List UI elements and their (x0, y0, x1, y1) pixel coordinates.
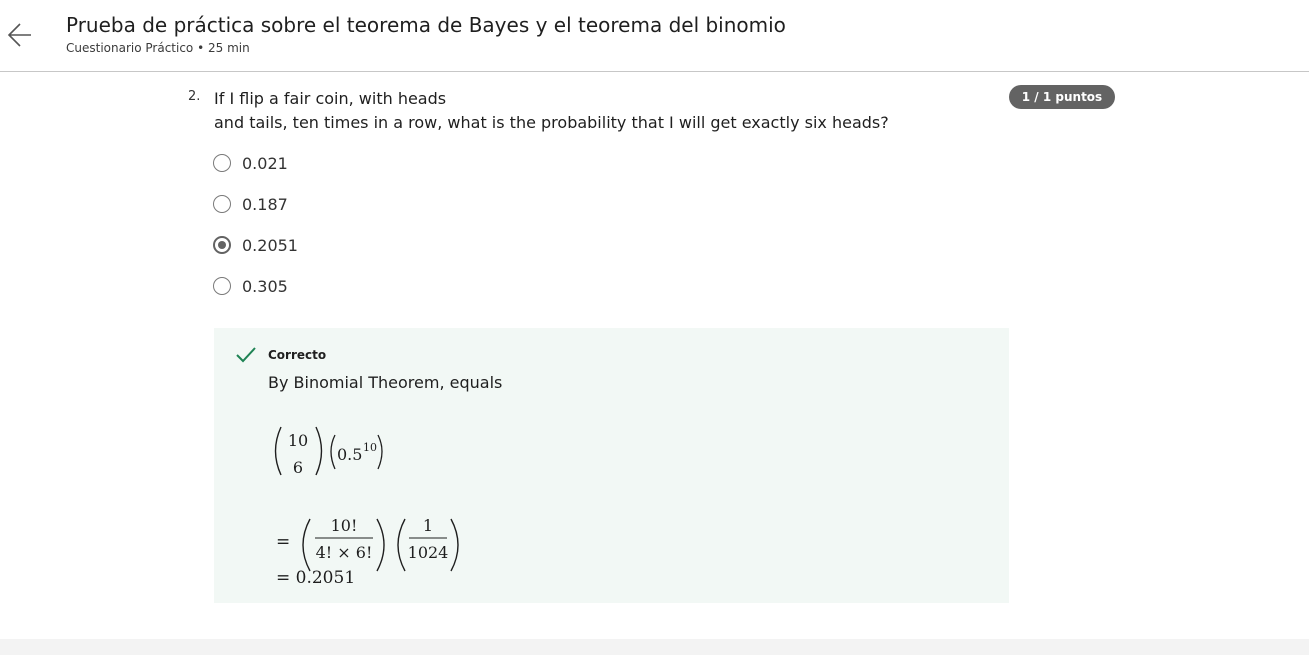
answer-option[interactable]: 0.187 (213, 192, 288, 216)
option-label: 0.021 (242, 153, 288, 173)
fraction2-numerator: 1 (423, 516, 433, 535)
feedback-text: By Binomial Theorem, equals (268, 373, 503, 392)
footer-bar (0, 639, 1309, 655)
power-base: 0.5 (337, 445, 362, 464)
binom-top: 10 (288, 431, 308, 450)
radio-button[interactable] (213, 195, 231, 213)
radio-button-selected[interactable] (213, 236, 231, 254)
fraction2-denominator: 1024 (408, 543, 449, 562)
question-text-line-2: and tails, ten times in a row, what is t… (214, 113, 889, 132)
answer-option-selected[interactable]: 0.2051 (213, 233, 298, 257)
checkmark-icon (235, 346, 257, 368)
binomial-formula: 10 6 0.5 10 = 10! 4! × 6! 1 1024 = 0.205… (274, 426, 459, 588)
option-label: 0.187 (242, 194, 288, 214)
answer-option[interactable]: 0.021 (213, 151, 288, 175)
feedback-panel: Correcto By Binomial Theorem, equals 10 … (214, 328, 1009, 603)
radio-button[interactable] (213, 277, 231, 295)
option-label: 0.2051 (242, 235, 298, 255)
question-number: 2. (188, 89, 201, 104)
formula-result: = 0.2051 (276, 568, 355, 588)
points-badge: 1 / 1 puntos (1009, 85, 1115, 109)
answer-option[interactable]: 0.305 (213, 274, 288, 298)
power-exponent: 10 (363, 441, 377, 454)
header: Prueba de práctica sobre el teorema de B… (0, 0, 1309, 72)
question-text-line-1: If I flip a fair coin, with heads (214, 89, 447, 108)
option-label: 0.305 (242, 276, 288, 296)
question-text: If I flip a fair coin, with heads and ta… (214, 87, 974, 135)
fraction1-denominator: 4! × 6! (316, 543, 373, 562)
radio-button[interactable] (213, 154, 231, 172)
binom-bottom: 6 (293, 458, 303, 477)
equals-sign: = (276, 532, 290, 552)
fraction1-numerator: 10! (331, 516, 358, 535)
feedback-status: Correcto (268, 348, 327, 362)
quiz-info: Cuestionario Práctico • 25 min (66, 41, 250, 55)
back-arrow-icon[interactable] (7, 22, 33, 48)
page-title: Prueba de práctica sobre el teorema de B… (66, 13, 786, 37)
